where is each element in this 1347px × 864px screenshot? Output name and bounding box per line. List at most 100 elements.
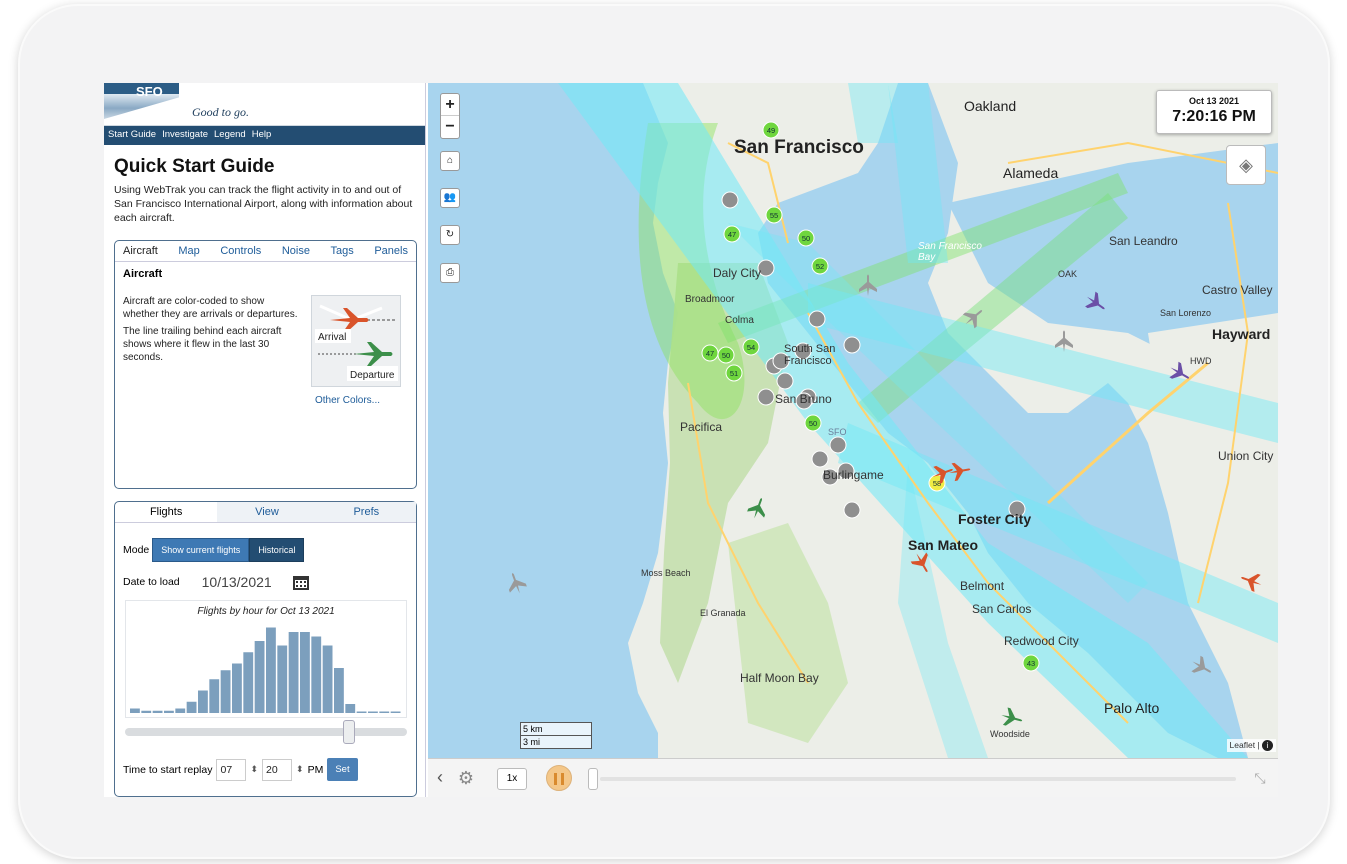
tab-controls[interactable]: Controls — [220, 245, 261, 257]
noise-monitor-idle[interactable] — [808, 310, 826, 328]
map-scale: 5 km 3 mi — [520, 722, 592, 749]
refresh-icon[interactable]: ↻ — [440, 225, 460, 245]
noise-level-marker[interactable]: 43 — [1022, 654, 1040, 672]
pause-button[interactable] — [546, 765, 572, 791]
histogram-title: Flights by hour for Oct 13 2021 — [197, 606, 335, 617]
histogram-bar — [266, 627, 276, 713]
flight-map[interactable]: 49 55 47 50 52 47 50 54 51 50 58 43 San Francisco O… — [428, 83, 1278, 758]
noise-monitor-idle[interactable] — [811, 450, 829, 468]
label-sfo-airport: SFO — [828, 427, 847, 437]
minute-spinner-icon[interactable]: ⬍ — [296, 764, 304, 775]
label-woodside: Woodside — [990, 729, 1030, 739]
noise-level-value: 51 — [730, 369, 738, 378]
replay-label: Time to start replay — [123, 763, 213, 776]
histogram-bar — [198, 690, 208, 713]
scale-km: 5 km — [520, 722, 592, 736]
noise-monitor-idle[interactable] — [776, 372, 794, 390]
label-half-moon-bay: Half Moon Bay — [740, 671, 819, 685]
home-icon[interactable]: ⌂ — [440, 151, 460, 171]
ampm-label: PM — [307, 763, 324, 776]
tab-view[interactable]: View — [217, 502, 317, 522]
departure-label: Departure — [350, 370, 395, 381]
noise-level-marker[interactable]: 47 — [701, 344, 719, 362]
zoom-out-button[interactable]: − — [441, 116, 459, 138]
noise-level-marker[interactable]: 50 — [797, 229, 815, 247]
noise-level-value: 49 — [767, 126, 775, 135]
noise-level-value: 50 — [722, 351, 730, 360]
zoom-in-button[interactable]: + — [441, 94, 459, 116]
histogram-bar — [130, 708, 140, 713]
noise-monitor-idle[interactable] — [721, 191, 739, 209]
other-colors-link[interactable]: Other Colors... — [315, 395, 380, 406]
tab-noise[interactable]: Noise — [282, 245, 310, 257]
noise-level-marker[interactable]: 52 — [811, 257, 829, 275]
flights-histogram[interactable]: Flights by hour for Oct 13 2021 — [125, 600, 407, 718]
show-current-flights-button[interactable]: Show current flights — [152, 538, 250, 562]
noise-level-marker[interactable]: 47 — [723, 225, 741, 243]
logo-tagline: Good to go. — [192, 105, 249, 119]
aircraft-icon[interactable] — [1188, 654, 1216, 680]
people-icon[interactable]: 👥 — [440, 188, 460, 208]
tab-flights[interactable]: Flights — [115, 506, 217, 518]
set-button[interactable]: Set — [327, 758, 358, 781]
noise-monitor-idle[interactable] — [843, 501, 861, 519]
noise-monitor-idle[interactable] — [757, 388, 775, 406]
noise-level-marker[interactable]: 54 — [742, 338, 760, 356]
aircraft-icon[interactable] — [504, 570, 528, 596]
label-san-leandro: San Leandro — [1109, 234, 1178, 248]
noise-level-marker[interactable]: 50 — [804, 414, 822, 432]
replay-row: Time to start replay 07 ⬍ 20 ⬍ PM Set — [123, 758, 358, 781]
label-oakland: Oakland — [964, 98, 1017, 114]
print-icon[interactable]: ⎙ — [440, 263, 460, 283]
map-attribution[interactable]: Leaflet | i — [1226, 739, 1276, 752]
top-nav: Start Guide Investigate Legend Help — [104, 126, 425, 145]
minute-input[interactable]: 20 — [262, 758, 293, 781]
label-burlingame: Burlingame — [823, 468, 884, 482]
noise-level-value: 47 — [728, 230, 736, 239]
label-sf-bay: San Francisco Bay — [918, 241, 982, 263]
replay-progress-handle[interactable] — [588, 768, 598, 790]
date-input[interactable]: 10/13/2021 — [202, 574, 272, 590]
histogram-bar — [300, 632, 310, 713]
replay-progress-track[interactable] — [600, 777, 1236, 781]
noise-monitor-idle[interactable] — [829, 436, 847, 454]
nav-help[interactable]: Help — [252, 129, 272, 142]
hour-spinner-icon[interactable]: ⬍ — [250, 764, 258, 775]
replay-time-slider[interactable] — [125, 728, 407, 736]
label-hayward: Hayward — [1212, 326, 1271, 342]
label-foster-city: Foster City — [958, 511, 1032, 527]
mode-label: Mode — [123, 544, 150, 556]
nav-legend[interactable]: Legend — [214, 129, 246, 142]
nav-investigate[interactable]: Investigate — [162, 129, 208, 142]
noise-level-value: 50 — [809, 419, 817, 428]
nav-start-guide[interactable]: Start Guide — [108, 129, 156, 142]
collapse-chevron-icon[interactable]: ‹ — [434, 768, 446, 790]
resize-icon[interactable]: ⤡ — [1250, 768, 1270, 790]
quickstart-description: Using WebTrak you can track the flight a… — [114, 184, 413, 224]
slider-handle[interactable] — [343, 720, 355, 744]
info-icon[interactable]: i — [1262, 740, 1273, 751]
sfo-logo[interactable]: SFO Good to go. — [104, 83, 425, 126]
tab-panels[interactable]: Panels — [374, 245, 408, 257]
leaflet-link[interactable]: Leaflet | — [1230, 740, 1260, 750]
layers-icon[interactable]: ◈ — [1226, 145, 1266, 185]
noise-level-marker[interactable]: 49 — [762, 121, 780, 139]
historical-button[interactable]: Historical — [249, 538, 305, 562]
speed-button[interactable]: 1x — [497, 768, 527, 790]
calendar-icon[interactable] — [292, 574, 310, 590]
guide-tabs: Aircraft Map Controls Noise Tags Panels — [115, 241, 416, 262]
noise-level-marker[interactable]: 55 — [765, 206, 783, 224]
histogram-bar — [322, 645, 333, 713]
tab-map[interactable]: Map — [178, 245, 199, 257]
label-union-city: Union City — [1218, 449, 1274, 463]
tab-prefs[interactable]: Prefs — [316, 502, 416, 522]
noise-level-marker[interactable]: 51 — [725, 364, 743, 382]
histogram-bar — [164, 710, 174, 713]
hour-input[interactable]: 07 — [216, 758, 247, 781]
histogram-bar — [390, 711, 401, 713]
noise-level-marker[interactable]: 50 — [717, 346, 735, 364]
sidebar: SFO Good to go. Start Guide Investigate … — [104, 83, 426, 797]
settings-gear-icon[interactable]: ⚙ — [454, 768, 478, 790]
tab-tags[interactable]: Tags — [331, 245, 354, 257]
tab-aircraft[interactable]: Aircraft — [123, 245, 158, 257]
